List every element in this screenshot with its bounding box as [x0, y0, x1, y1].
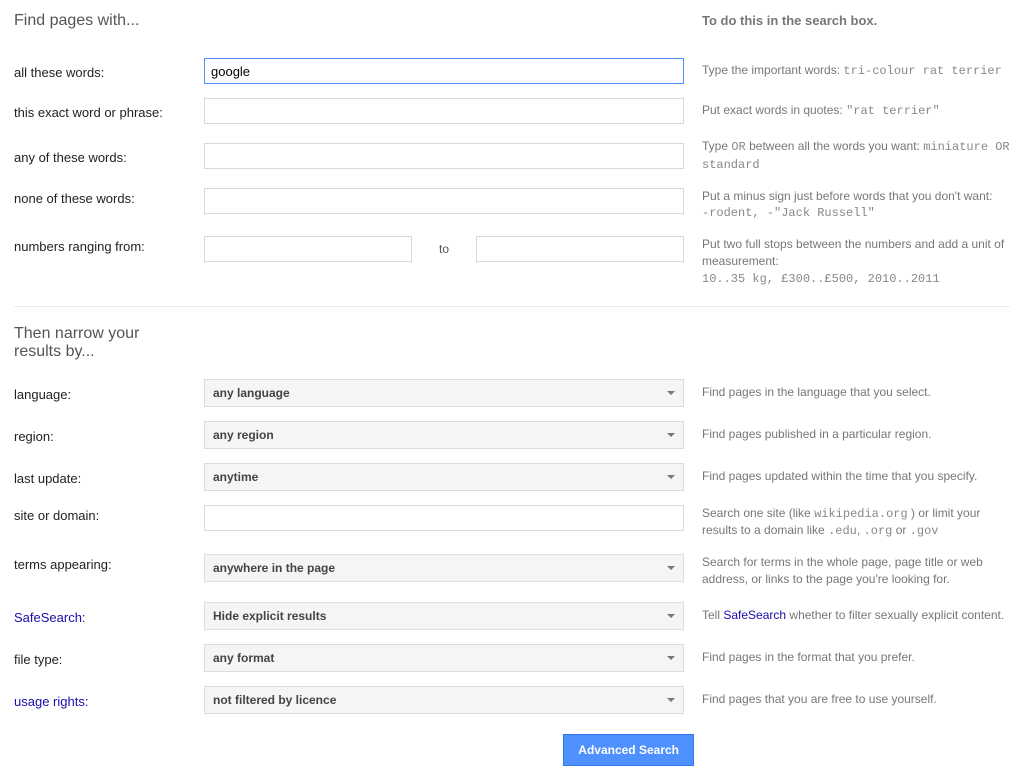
language-hint: Find pages in the language that you sele…: [684, 384, 1010, 401]
range-to-input[interactable]: [476, 236, 684, 262]
safesearch-value: Hide explicit results: [213, 609, 326, 623]
none-words-input[interactable]: [204, 188, 684, 214]
safesearch-label[interactable]: SafeSearch:: [14, 607, 204, 625]
all-words-hint: Type the important words: tri-colour rat…: [684, 62, 1010, 80]
range-from-input[interactable]: [204, 236, 412, 262]
narrow-results-header: Then narrow your results by...: [14, 325, 184, 361]
any-words-hint: Type OR between all the words you want: …: [684, 138, 1010, 174]
exact-phrase-hint: Put exact words in quotes: "rat terrier": [684, 102, 1010, 120]
region-hint: Find pages published in a particular reg…: [684, 426, 1010, 443]
usage-rights-value: not filtered by licence: [213, 693, 336, 707]
region-dropdown[interactable]: any region: [204, 421, 684, 449]
exact-phrase-input[interactable]: [204, 98, 684, 124]
advanced-search-button[interactable]: Advanced Search: [563, 734, 694, 766]
region-value: any region: [213, 428, 274, 442]
chevron-down-icon: [667, 614, 675, 618]
search-box-hint-header: To do this in the search box.: [702, 13, 877, 28]
safesearch-dropdown[interactable]: Hide explicit results: [204, 602, 684, 630]
terms-label: terms appearing:: [14, 554, 204, 572]
terms-dropdown[interactable]: anywhere in the page: [204, 554, 684, 582]
language-dropdown[interactable]: any language: [204, 379, 684, 407]
chevron-down-icon: [667, 391, 675, 395]
filetype-label: file type:: [14, 649, 204, 667]
site-label: site or domain:: [14, 505, 204, 523]
terms-value: anywhere in the page: [213, 561, 335, 575]
last-update-hint: Find pages updated within the time that …: [684, 468, 1010, 485]
none-words-label: none of these words:: [14, 188, 204, 206]
usage-rights-dropdown[interactable]: not filtered by licence: [204, 686, 684, 714]
any-words-label: any of these words:: [14, 147, 204, 165]
range-label: numbers ranging from:: [14, 236, 204, 254]
chevron-down-icon: [667, 656, 675, 660]
usage-rights-hint: Find pages that you are free to use your…: [684, 691, 1010, 708]
language-label: language:: [14, 384, 204, 402]
site-hint: Search one site (like wikipedia.org ) or…: [684, 505, 1010, 541]
last-update-dropdown[interactable]: anytime: [204, 463, 684, 491]
filetype-dropdown[interactable]: any format: [204, 644, 684, 672]
region-label: region:: [14, 426, 204, 444]
site-input[interactable]: [204, 505, 684, 531]
none-words-hint: Put a minus sign just before words that …: [684, 188, 1010, 223]
terms-hint: Search for terms in the whole page, page…: [684, 554, 1010, 588]
all-words-label: all these words:: [14, 62, 204, 80]
chevron-down-icon: [667, 433, 675, 437]
language-value: any language: [213, 386, 290, 400]
chevron-down-icon: [667, 475, 675, 479]
chevron-down-icon: [667, 698, 675, 702]
safesearch-hint: Tell SafeSearch whether to filter sexual…: [684, 607, 1010, 624]
range-to-label: to: [412, 242, 476, 256]
filetype-hint: Find pages in the format that you prefer…: [684, 649, 1010, 666]
all-words-input[interactable]: [204, 58, 684, 84]
chevron-down-icon: [667, 566, 675, 570]
exact-phrase-label: this exact word or phrase:: [14, 102, 204, 120]
filetype-value: any format: [213, 651, 274, 665]
find-pages-header: Find pages with...: [14, 12, 684, 30]
any-words-input[interactable]: [204, 143, 684, 169]
usage-rights-label[interactable]: usage rights:: [14, 691, 204, 709]
last-update-value: anytime: [213, 470, 258, 484]
range-hint: Put two full stops between the numbers a…: [684, 236, 1010, 287]
last-update-label: last update:: [14, 468, 204, 486]
section-divider: [14, 306, 1010, 307]
